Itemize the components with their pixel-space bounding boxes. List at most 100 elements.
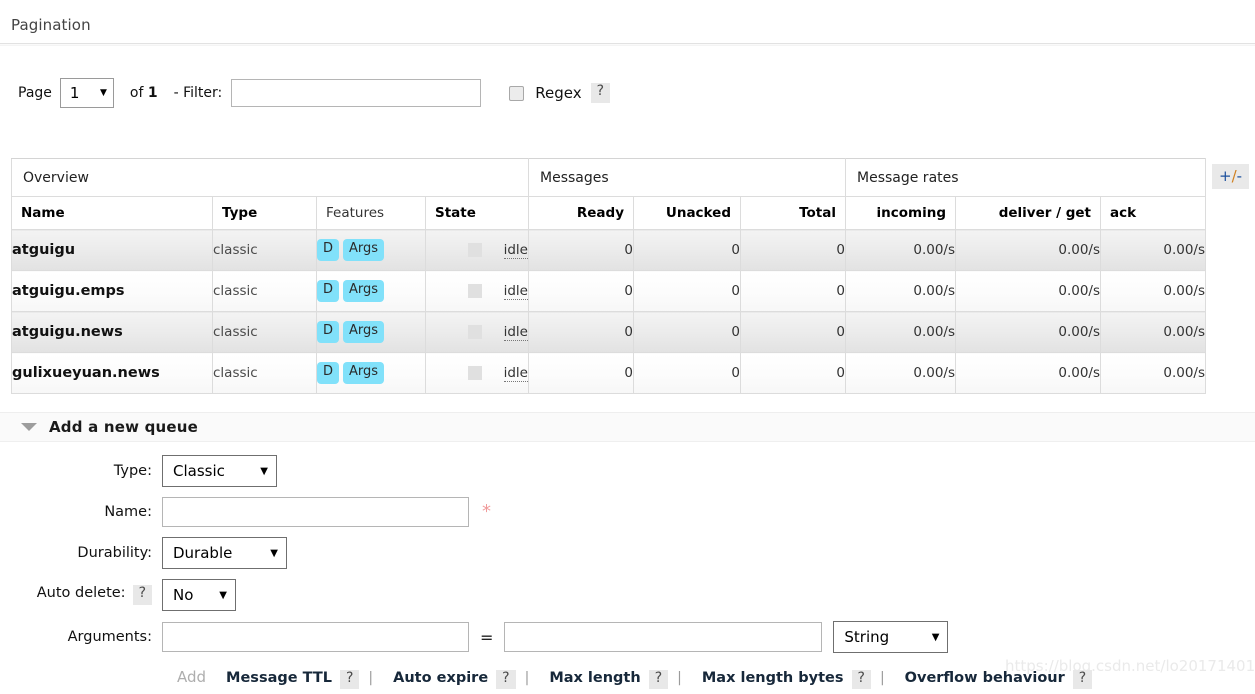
regex-checkbox[interactable]	[509, 85, 525, 101]
max-length-bytes-help-icon[interactable]: ?	[851, 670, 871, 690]
column-header-deliver-get[interactable]: deliver / get	[955, 196, 1101, 230]
auto-expire-help-icon[interactable]: ?	[496, 670, 516, 690]
column-header-total[interactable]: Total	[740, 196, 846, 230]
feature-badge-durable[interactable]: D	[317, 280, 340, 302]
column-header-state[interactable]: State	[425, 196, 529, 230]
queue-name[interactable]: gulixueyuan.news	[11, 352, 213, 394]
state-label: idle	[503, 365, 528, 382]
messages-unacked: 0	[633, 270, 741, 312]
feature-badge-args[interactable]: Args	[343, 239, 385, 261]
preset-separator: |	[368, 670, 374, 686]
argument-value-input[interactable]	[504, 622, 823, 652]
feature-badge-args[interactable]: Args	[343, 280, 385, 302]
preset-max-length[interactable]: Max length	[549, 670, 640, 686]
rate-incoming: 0.00/s	[845, 270, 956, 312]
queues-table: Overview Messages Message rates Name Typ…	[11, 158, 1206, 394]
queue-state: idle	[425, 229, 529, 271]
queues-table-wrapper: Overview Messages Message rates Name Typ…	[11, 158, 1206, 394]
durability-value: Durable	[173, 544, 233, 562]
preset-separator: |	[879, 670, 885, 686]
queue-name[interactable]: atguigu.emps	[11, 270, 213, 312]
required-marker: *	[482, 501, 491, 522]
chevron-down-icon: ▼	[99, 88, 107, 98]
column-header-name[interactable]: Name	[11, 196, 213, 230]
messages-total: 0	[740, 311, 846, 353]
queue-name-input[interactable]	[162, 497, 469, 527]
regex-help-icon[interactable]: ?	[590, 83, 611, 103]
messages-total: 0	[740, 270, 846, 312]
add-queue-heading: Add a new queue	[49, 418, 199, 436]
auto-delete-select[interactable]: No ▼	[162, 579, 236, 611]
table-row[interactable]: gulixueyuan.news classic D Args idle 0 0 …	[11, 352, 1206, 394]
chevron-down-icon: ▼	[270, 547, 278, 559]
overflow-behaviour-help-icon[interactable]: ?	[1072, 670, 1093, 690]
column-header-incoming[interactable]: incoming	[845, 196, 956, 230]
messages-total: 0	[740, 352, 846, 394]
preset-max-length-bytes[interactable]: Max length bytes	[702, 670, 844, 686]
queue-name[interactable]: atguigu.news	[11, 311, 213, 353]
toggle-columns-label: +/-	[1219, 167, 1243, 185]
rate-ack: 0.00/s	[1100, 270, 1206, 312]
queue-name[interactable]: atguigu	[11, 229, 213, 271]
page-root: Pagination Page 1 ▼ of 1 - Filter: Regex…	[0, 0, 1255, 694]
preset-message-ttl[interactable]: Message TTL	[226, 670, 332, 686]
form-row-name: Name: *	[0, 497, 1255, 527]
column-header-ack[interactable]: ack	[1100, 196, 1206, 230]
toggle-columns-button[interactable]: +/-	[1212, 164, 1250, 189]
state-indicator-icon	[467, 366, 482, 380]
column-header-ready[interactable]: Ready	[528, 196, 634, 230]
table-row[interactable]: atguigu.emps classic D Args idle 0 0 0 0.…	[11, 270, 1206, 312]
messages-unacked: 0	[633, 229, 741, 271]
messages-ready: 0	[528, 352, 634, 394]
collapse-triangle-icon[interactable]	[21, 423, 37, 431]
queue-features: D Args	[316, 229, 426, 271]
rate-deliver-get: 0.00/s	[955, 311, 1101, 353]
message-ttl-help-icon[interactable]: ?	[339, 670, 360, 690]
page-total-label: of 1	[130, 85, 158, 101]
add-queue-section-header[interactable]: Add a new queue	[0, 412, 1255, 442]
argument-presets-row: Add Message TTL ? | Auto expire ? | Max …	[0, 668, 1255, 690]
feature-badge-durable[interactable]: D	[317, 321, 340, 343]
queue-features: D Args	[316, 311, 426, 353]
group-header-overview: Overview	[11, 158, 529, 197]
auto-delete-text: Auto delete:	[36, 585, 126, 602]
table-row[interactable]: atguigu classic D Args idle 0 0 0 0.00/s …	[11, 229, 1206, 271]
form-row-durability: Durability: Durable ▼	[0, 537, 1255, 569]
auto-delete-help-icon[interactable]: ?	[132, 585, 152, 605]
feature-badge-durable[interactable]: D	[317, 362, 340, 384]
queue-type-select[interactable]: Classic ▼	[162, 455, 277, 487]
of-prefix: of	[129, 85, 148, 101]
group-header-message-rates: Message rates	[845, 158, 1206, 197]
page-title: Pagination	[11, 16, 91, 34]
filter-label: - Filter:	[173, 85, 223, 101]
feature-badge-durable[interactable]: D	[317, 239, 340, 261]
feature-badge-args[interactable]: Args	[343, 362, 385, 384]
page-number-select[interactable]: 1 ▼	[59, 78, 114, 108]
argument-key-input[interactable]	[162, 622, 469, 652]
feature-badge-args[interactable]: Args	[343, 321, 385, 343]
queue-type: classic	[212, 229, 317, 271]
preset-overflow-behaviour[interactable]: Overflow behaviour	[905, 670, 1065, 686]
rate-ack: 0.00/s	[1100, 229, 1206, 271]
regex-label: Regex	[535, 84, 582, 102]
max-length-help-icon[interactable]: ?	[648, 670, 669, 690]
chevron-down-icon: ▼	[260, 465, 268, 477]
argument-type-select[interactable]: String ▼	[833, 621, 949, 653]
table-row[interactable]: atguigu.news classic D Args idle 0 0 0 0.…	[11, 311, 1206, 353]
column-header-unacked[interactable]: Unacked	[633, 196, 741, 230]
column-header-type[interactable]: Type	[212, 196, 317, 230]
rate-incoming: 0.00/s	[845, 229, 956, 271]
add-argument-link[interactable]: Add	[177, 668, 206, 686]
durability-select[interactable]: Durable ▼	[162, 537, 287, 569]
group-header-messages: Messages	[528, 158, 846, 197]
table-column-header-row: Name Type Features State Ready Unacked T…	[11, 196, 1206, 230]
form-row-auto-delete: Auto delete:? No ▼	[0, 579, 1255, 611]
pagination-section-header: Pagination	[0, 16, 1255, 46]
queue-type: classic	[212, 352, 317, 394]
queue-state: idle	[425, 270, 529, 312]
type-label: Type:	[113, 463, 152, 479]
auto-delete-label: Auto delete:?	[0, 585, 162, 605]
preset-auto-expire[interactable]: Auto expire	[393, 670, 488, 686]
filter-input[interactable]	[231, 79, 482, 107]
argument-type-value: String	[844, 628, 890, 646]
